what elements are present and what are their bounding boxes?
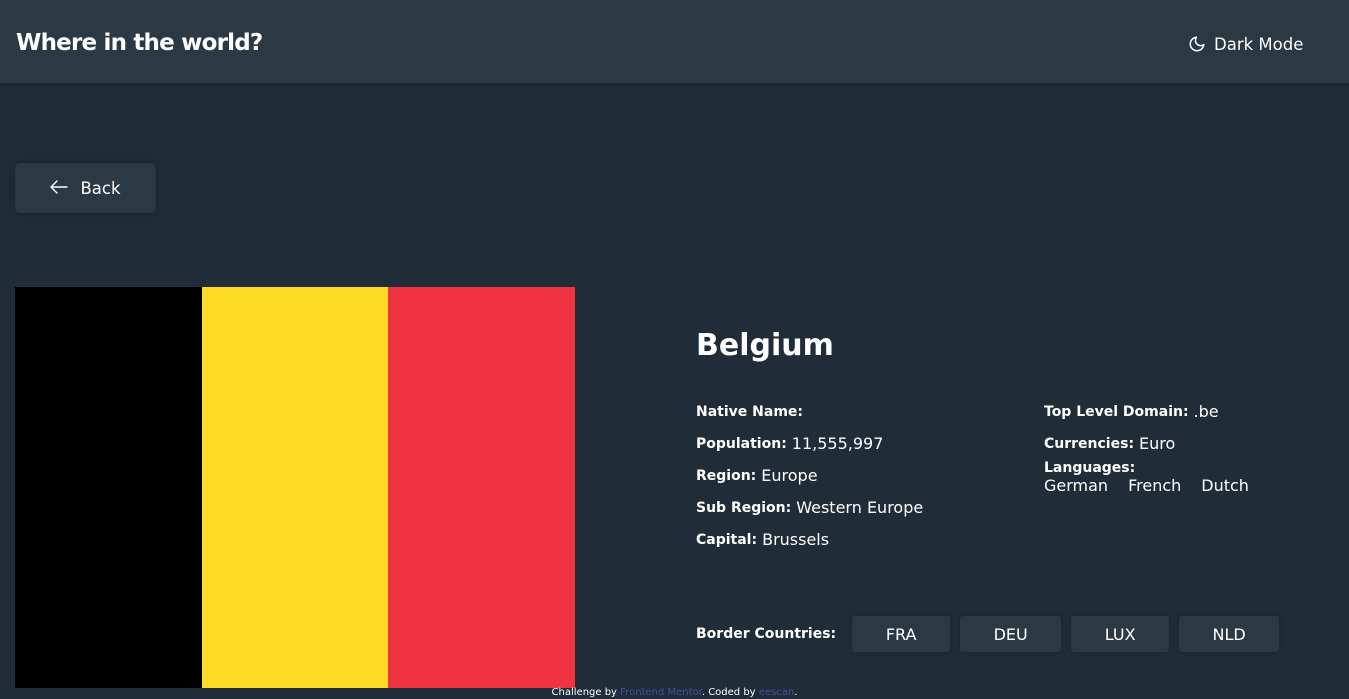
border-countries: Border Countries: FRA DEU LUX NLD [696, 616, 1289, 652]
population-value: 11,555,997 [791, 434, 884, 453]
language-item: Dutch [1201, 476, 1249, 495]
native-name-row: Native Name: [696, 396, 923, 428]
region-value: Europe [761, 466, 818, 485]
population-label: Population: [696, 436, 787, 452]
attribution-middle: . Coded by [701, 687, 756, 698]
flag-stripe-red [388, 287, 576, 688]
sub-region-label: Sub Region: [696, 500, 792, 516]
country-flag [15, 287, 576, 688]
native-name-label: Native Name: [696, 404, 803, 420]
country-name: Belgium [696, 328, 834, 363]
flag-stripe-yellow [201, 287, 389, 688]
moon-icon [1188, 35, 1206, 53]
top-header: Where in the world? Dark Mode [0, 0, 1349, 83]
back-button[interactable]: Back [15, 163, 156, 213]
sub-region-value: Western Europe [796, 498, 924, 517]
region-row: Region: Europe [696, 460, 923, 492]
dark-mode-toggle[interactable]: Dark Mode [1188, 32, 1303, 56]
region-label: Region: [696, 468, 757, 484]
sub-region-row: Sub Region: Western Europe [696, 492, 923, 524]
arrow-left-icon [50, 179, 69, 198]
tld-row: Top Level Domain: .be [1044, 396, 1249, 428]
language-item: German [1044, 476, 1109, 495]
capital-row: Capital: Brussels [696, 524, 923, 556]
border-country-button[interactable]: FRA [852, 616, 951, 652]
border-country-button[interactable]: LUX [1071, 616, 1170, 652]
details-secondary: Top Level Domain: .be Currencies: Euro L… [1044, 396, 1249, 496]
attribution: Challenge by Frontend Mentor. Coded by e… [0, 686, 1349, 699]
languages-block: Languages: German French Dutch [1044, 460, 1249, 496]
attribution-suffix: . [794, 687, 798, 698]
tld-value: .be [1193, 402, 1219, 421]
population-row: Population: 11,555,997 [696, 428, 923, 460]
back-button-label: Back [80, 178, 121, 198]
frontend-mentor-link[interactable]: Frontend Mentor [620, 687, 702, 698]
flag-stripe-black [15, 287, 202, 688]
border-country-button[interactable]: NLD [1179, 616, 1280, 652]
author-link[interactable]: eescan [759, 687, 794, 698]
dark-mode-label: Dark Mode [1214, 34, 1304, 54]
language-item: French [1128, 476, 1182, 495]
languages-list: German French Dutch [1044, 476, 1249, 496]
attribution-prefix: Challenge by [551, 687, 617, 698]
currencies-row: Currencies: Euro [1044, 428, 1249, 460]
tld-label: Top Level Domain: [1044, 404, 1189, 420]
app-title: Where in the world? [16, 30, 263, 56]
languages-label: Languages: [1044, 460, 1136, 476]
border-countries-label: Border Countries: [696, 626, 837, 642]
capital-label: Capital: [696, 532, 758, 548]
border-country-button[interactable]: DEU [960, 616, 1062, 652]
capital-value: Brussels [762, 530, 830, 549]
details-primary: Native Name: Population: 11,555,997 Regi… [696, 396, 923, 556]
currencies-label: Currencies: [1044, 436, 1135, 452]
currencies-value: Euro [1139, 434, 1176, 453]
